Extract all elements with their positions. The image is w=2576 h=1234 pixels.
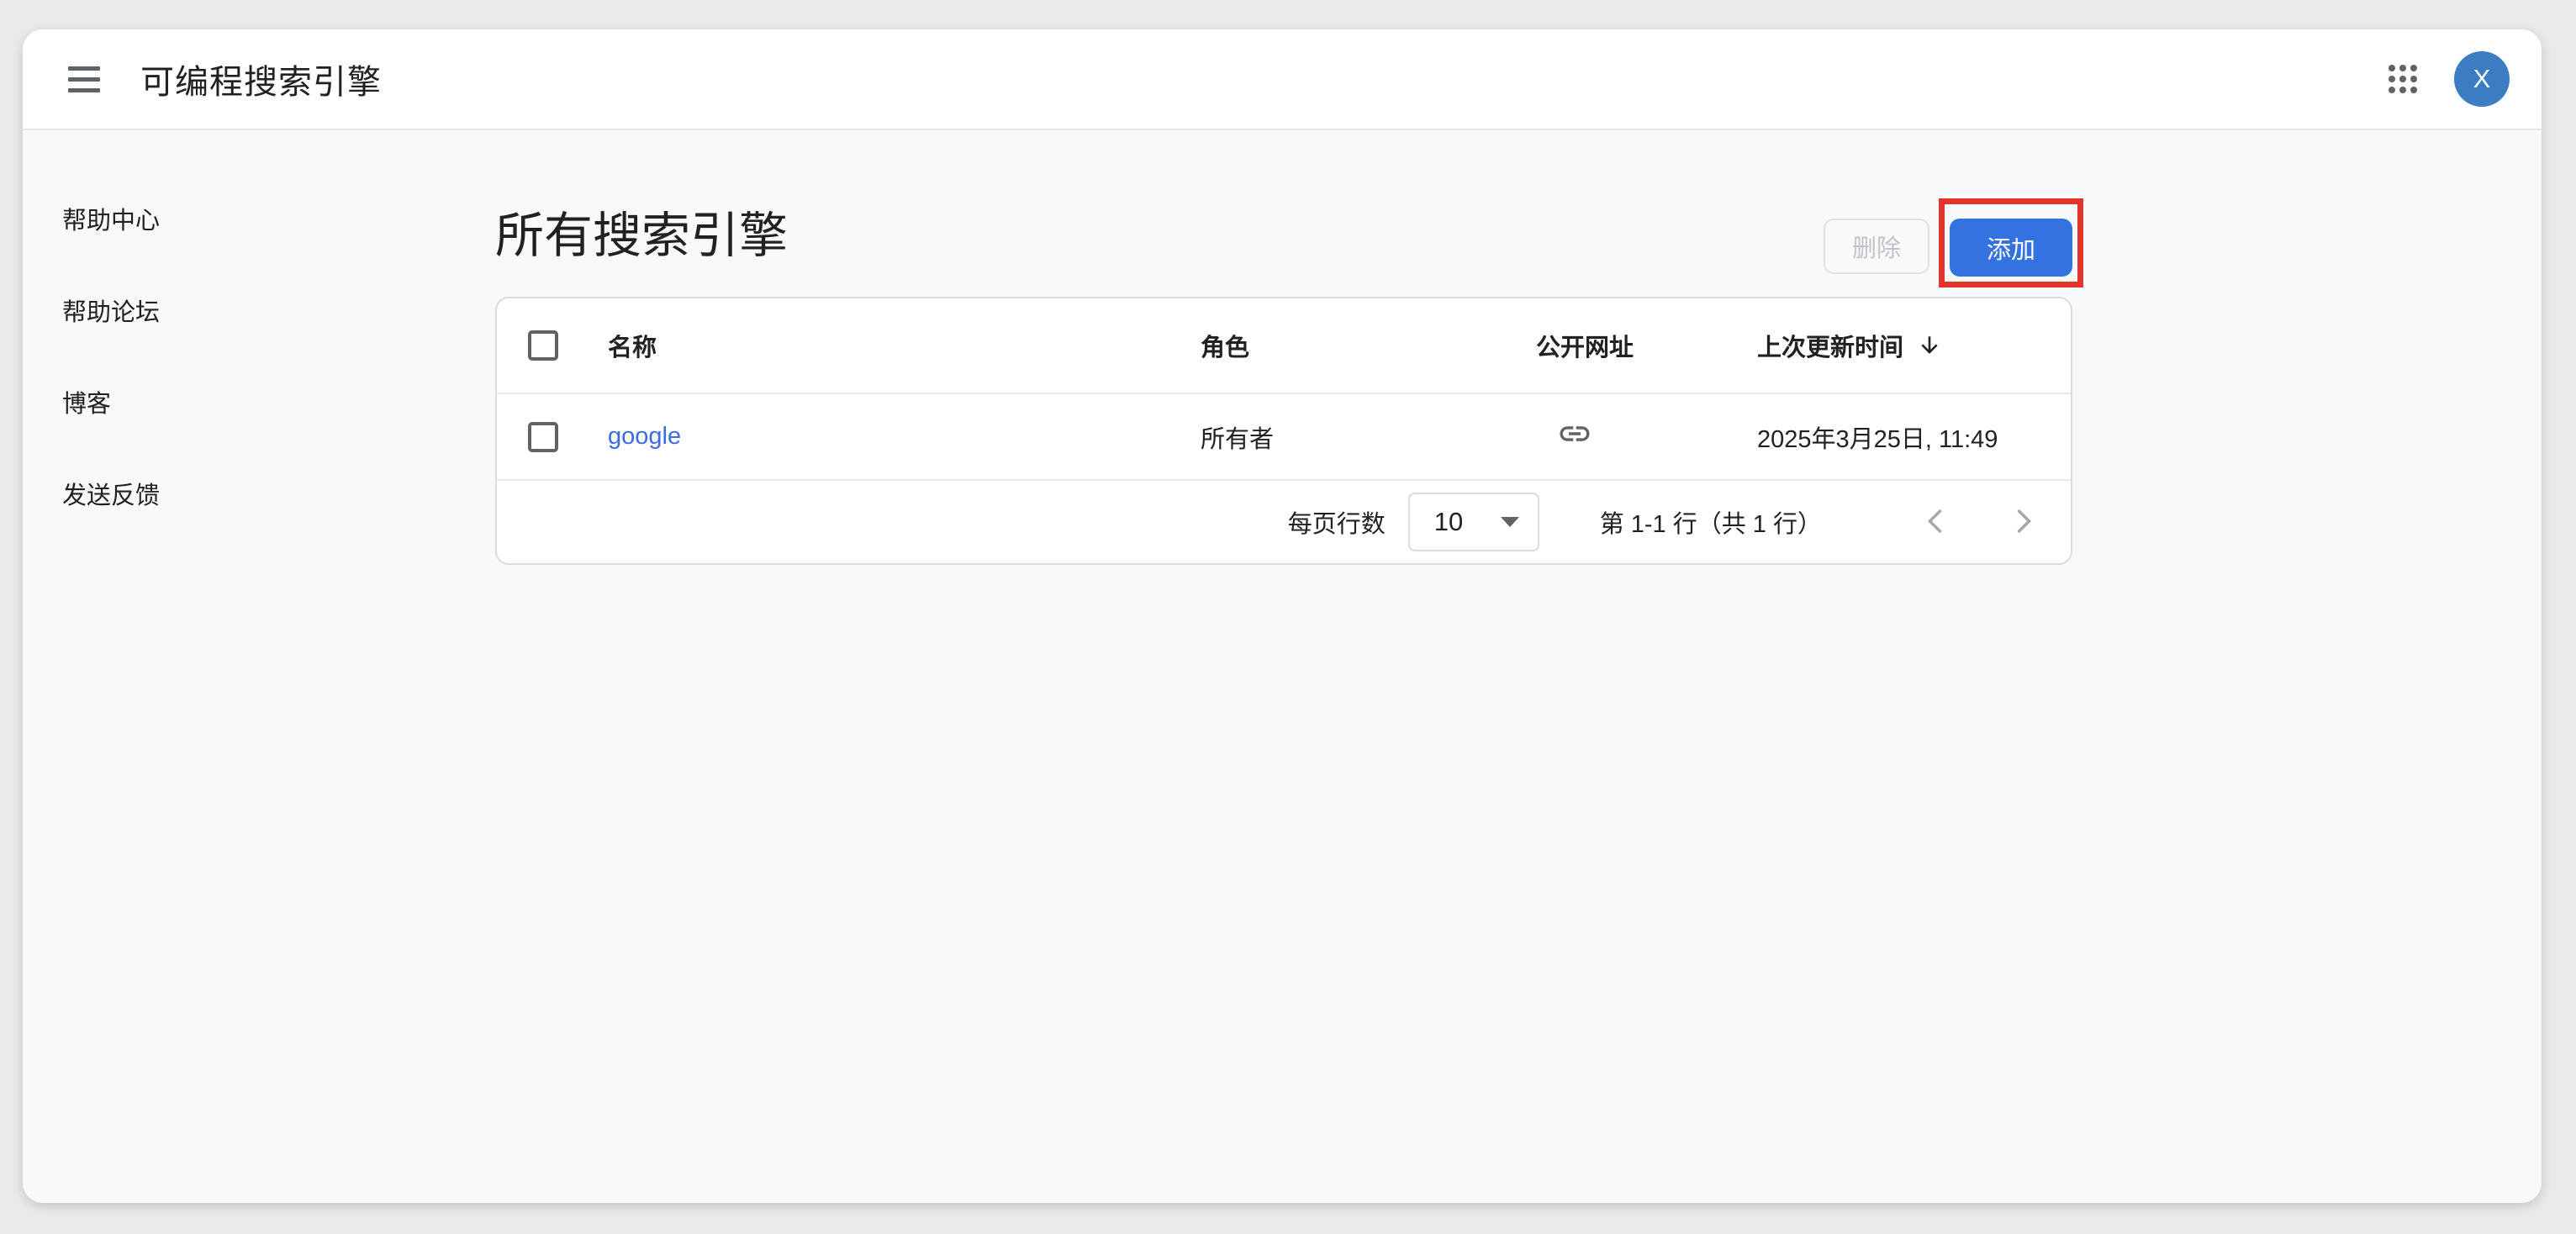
chevron-right-icon [2007, 505, 2039, 540]
select-all-checkbox[interactable] [528, 330, 558, 361]
row-checkbox-cell [497, 422, 608, 452]
table-pagination-row: 每页行数 10 第 1-1 行（共 1 行） [497, 481, 2071, 563]
rows-per-page-select[interactable]: 10 [1408, 493, 1539, 551]
heading-row: 所有搜索引擎 删除 添加 [495, 203, 2072, 277]
column-header-public-url[interactable]: 公开网址 [1536, 328, 1757, 363]
engine-name-link[interactable]: google [608, 423, 681, 450]
delete-button[interactable]: 删除 [1824, 219, 1929, 274]
sidebar: 帮助中心 帮助论坛 博客 发送反馈 [62, 204, 160, 571]
column-header-last-updated[interactable]: 上次更新时间 [1757, 328, 2071, 363]
add-button-wrapper: 添加 [1950, 219, 2072, 277]
app-bar: 可编程搜索引擎 X [23, 29, 2542, 130]
sort-descending-icon[interactable] [1917, 333, 1942, 358]
app-title: 可编程搜索引擎 [140, 55, 382, 103]
main-panel: 所有搜索引擎 删除 添加 名称 角色 [495, 130, 2072, 277]
engine-last-updated-cell: 2025年3月25日, 11:49 [1757, 419, 2071, 455]
row-checkbox[interactable] [528, 422, 558, 452]
pagination-range: 第 1-1 行（共 1 行） [1600, 504, 1822, 540]
public-url-link-icon[interactable] [1557, 416, 1592, 451]
engine-name-cell: google [608, 423, 1201, 451]
sidebar-item-send-feedback[interactable]: 发送反馈 [62, 479, 160, 513]
column-header-last-updated-label: 上次更新时间 [1757, 328, 1903, 363]
engine-public-url-cell [1536, 416, 1757, 458]
avatar[interactable]: X [2454, 51, 2510, 107]
page-title: 所有搜索引擎 [495, 203, 788, 270]
search-engines-table: 名称 角色 公开网址 上次更新时间 [495, 297, 2072, 565]
menu-icon[interactable] [68, 61, 105, 98]
apps-grid-icon[interactable] [2389, 65, 2417, 93]
sidebar-item-blog[interactable]: 博客 [62, 388, 160, 421]
app-window: 可编程搜索引擎 X 帮助中心 帮助论坛 博客 发送反馈 所有搜索引擎 删除 添加 [23, 29, 2542, 1203]
sidebar-item-help-forum[interactable]: 帮助论坛 [62, 296, 160, 330]
previous-page-button[interactable] [1916, 502, 1956, 542]
engine-role-cell: 所有者 [1201, 419, 1536, 455]
next-page-button[interactable] [2003, 502, 2043, 542]
table-header-row: 名称 角色 公开网址 上次更新时间 [497, 298, 2071, 394]
rows-per-page-label: 每页行数 [1288, 504, 1386, 540]
content-area: 帮助中心 帮助论坛 博客 发送反馈 所有搜索引擎 删除 添加 [23, 130, 2542, 1201]
table-row: google 所有者 2025年3月25日, 11:49 [497, 394, 2071, 481]
column-header-name[interactable]: 名称 [608, 328, 1201, 363]
column-header-role[interactable]: 角色 [1201, 328, 1536, 363]
chevron-left-icon [1920, 505, 1952, 540]
sidebar-item-help-center[interactable]: 帮助中心 [62, 204, 160, 238]
action-buttons: 删除 添加 [1824, 219, 2072, 277]
header-checkbox-cell [497, 330, 608, 361]
dropdown-arrow-icon [1501, 517, 1519, 527]
add-button[interactable]: 添加 [1950, 219, 2072, 277]
rows-per-page-value: 10 [1434, 507, 1463, 537]
